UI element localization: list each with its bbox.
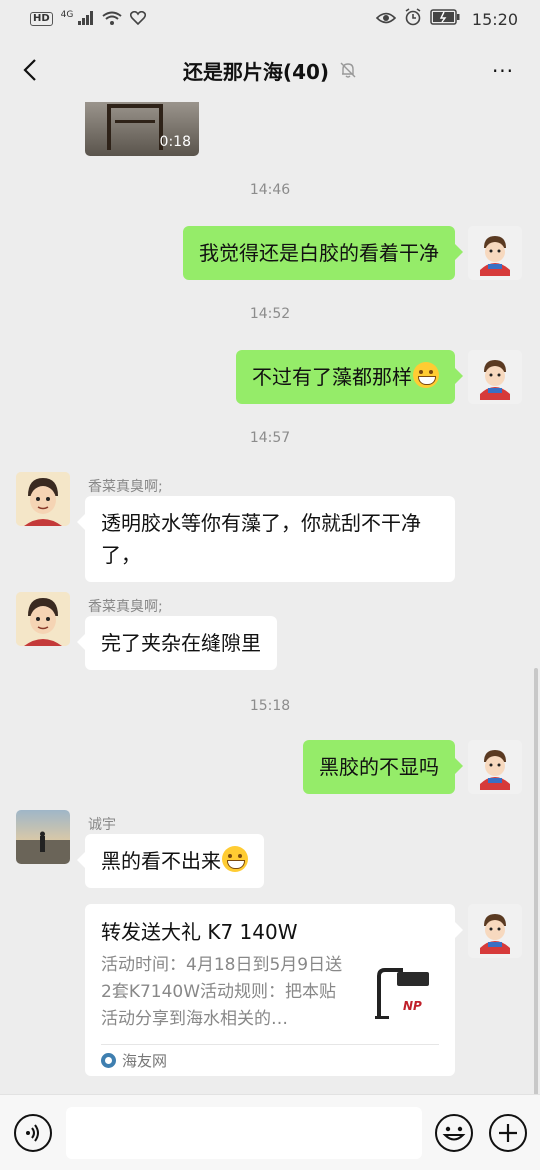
card-thumbnail: NP — [369, 958, 437, 1026]
card-source: 海友网 — [101, 1050, 167, 1071]
source-app-icon — [101, 1053, 116, 1068]
status-bar: HD 4G 15:20 — [0, 0, 540, 38]
cartoon-avatar-icon — [468, 350, 522, 404]
voice-wave-icon — [26, 1124, 39, 1142]
sender-avatar[interactable] — [16, 472, 70, 526]
sender-name: 香菜真臭啊; — [88, 479, 163, 495]
wifi-icon — [102, 10, 123, 29]
shared-link-card[interactable]: 转发送大礼 K7 140W 活动时间：4月18日到5月9日送2套K7140W活动… — [85, 904, 463, 1076]
chat-header: 还是那片海(40) ··· — [0, 38, 540, 102]
cartoon-avatar-icon — [468, 904, 522, 958]
plus-icon — [499, 1124, 517, 1142]
cartoon-face-avatar-icon — [16, 472, 70, 526]
timestamp: 14:46 — [249, 182, 291, 198]
input-bar — [0, 1094, 540, 1170]
status-left: HD 4G — [30, 10, 147, 29]
card-title: 转发送大礼 K7 140W — [101, 920, 298, 944]
video-message[interactable]: 0:18 — [85, 102, 199, 156]
timestamp: 14:57 — [249, 430, 291, 446]
message-text: 不过有了藻都那样 — [252, 365, 412, 389]
my-avatar[interactable] — [468, 226, 522, 280]
smiley-face-icon — [442, 1126, 466, 1141]
message-bubble-other[interactable]: 透明胶水等你有藻了，你就刮不干净了， — [77, 496, 455, 582]
brand-logo-text: NP — [403, 999, 422, 1013]
heart-icon — [130, 10, 147, 29]
signal-icon: 4G — [61, 10, 95, 29]
card-divider — [101, 1044, 439, 1045]
my-avatar[interactable] — [468, 904, 522, 958]
message-bubble-me[interactable]: 黑胶的不显吗 — [303, 740, 463, 794]
rolling-laughing-emoji-icon — [413, 362, 439, 388]
more-options-button[interactable]: ··· — [488, 56, 518, 86]
chat-title: 还是那片海(40) — [182, 59, 330, 84]
message-input[interactable] — [66, 1107, 422, 1159]
emoji-button[interactable] — [435, 1114, 473, 1152]
voice-input-button[interactable] — [14, 1114, 52, 1152]
photo-avatar-icon — [16, 810, 70, 864]
sender-avatar[interactable] — [16, 810, 70, 864]
video-duration: 0:18 — [159, 134, 191, 150]
back-button[interactable] — [14, 54, 46, 86]
message-bubble-me[interactable]: 不过有了藻都那样 — [236, 350, 463, 404]
hd-badge: HD — [30, 12, 53, 26]
status-clock: 15:20 — [471, 9, 518, 29]
status-right: 15:20 — [375, 8, 518, 30]
message-bubble-other[interactable]: 完了夹杂在缝隙里 — [77, 616, 277, 670]
alarm-icon — [404, 8, 422, 30]
scrollbar[interactable] — [534, 668, 538, 1094]
sender-name: 诚宇 — [88, 817, 116, 833]
timestamp: 14:52 — [249, 306, 291, 322]
message-bubble-other[interactable]: 黑的看不出来 — [77, 834, 264, 888]
video-preview-detail — [115, 120, 155, 123]
message-bubble-me[interactable]: 我觉得还是白胶的看着干净 — [183, 226, 463, 280]
card-source-name: 海友网 — [122, 1052, 168, 1070]
my-avatar[interactable] — [468, 740, 522, 794]
sender-avatar[interactable] — [16, 592, 70, 646]
cartoon-avatar-icon — [468, 740, 522, 794]
card-description: 活动时间：4月18日到5月9日送2套K7140W活动规则：把本贴活动分享到海水相… — [101, 955, 343, 1029]
battery-icon — [430, 9, 460, 29]
aquarium-light-product-icon: NP — [369, 958, 437, 1026]
cartoon-face-avatar-icon — [16, 592, 70, 646]
timestamp: 15:18 — [249, 698, 291, 714]
network-type-label: 4G — [60, 9, 74, 20]
video-preview-image — [107, 104, 163, 150]
more-functions-button[interactable] — [489, 1114, 527, 1152]
mute-bell-icon — [339, 61, 357, 79]
message-list[interactable]: 0:18 14:46 我觉得还是白胶的看着干净 14:52 不过有了藻都那样 1… — [0, 102, 540, 1094]
eye-icon — [375, 10, 397, 29]
cartoon-avatar-icon — [468, 226, 522, 280]
my-avatar[interactable] — [468, 350, 522, 404]
grinning-emoji-icon — [222, 846, 248, 872]
sender-name: 香菜真臭啊; — [88, 599, 163, 615]
chevron-left-icon — [23, 59, 36, 81]
message-text: 黑的看不出来 — [101, 849, 221, 873]
